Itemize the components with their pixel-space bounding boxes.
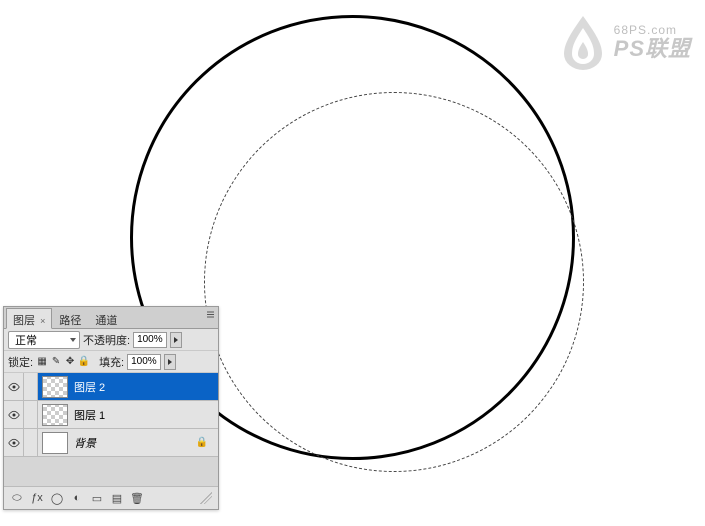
layer-name[interactable]: 图层 2 (74, 379, 105, 395)
layer-thumbnail[interactable] (42, 376, 68, 398)
blend-mode-select[interactable]: 正常 (8, 331, 80, 349)
lock-pixels-icon[interactable]: ✎ (50, 356, 62, 368)
layer-name[interactable]: 背景 (74, 435, 96, 451)
lock-transparency-icon[interactable]: ▦ (36, 356, 48, 368)
visibility-toggle[interactable] (4, 401, 24, 428)
blend-mode-value: 正常 (15, 332, 37, 348)
tab-channels[interactable]: 通道 (88, 308, 124, 329)
blend-opacity-row: 正常 不透明度: 100% (4, 329, 218, 351)
resize-grip[interactable] (200, 492, 212, 504)
layer-mask-icon[interactable]: ◯ (50, 491, 64, 505)
layer-row[interactable]: 图层 2 (4, 373, 218, 401)
new-layer-icon[interactable]: ▤ (110, 491, 124, 505)
layer-style-icon[interactable]: ƒx (30, 491, 44, 505)
panel-tabs: 图层 × 路径 通道 (4, 307, 218, 329)
lock-all-icon[interactable]: 🔒 (78, 356, 90, 368)
lock-label: 锁定: (8, 354, 33, 370)
watermark-url: 68PS.com (614, 24, 691, 36)
eye-icon (8, 381, 20, 393)
fill-label: 填充: (99, 354, 124, 370)
layers-panel: 图层 × 路径 通道 正常 不透明度: 100% 锁定: ▦ ✎ ✥ 🔒 填充:… (3, 306, 219, 510)
layer-name[interactable]: 图层 1 (74, 407, 105, 423)
fill-flyout-button[interactable] (164, 354, 176, 370)
visibility-toggle[interactable] (4, 429, 24, 456)
selection-marquee-circle (204, 92, 584, 472)
link-cell[interactable] (24, 401, 38, 428)
flame-drop-icon (560, 14, 606, 70)
delete-layer-icon[interactable]: 🗑 (130, 491, 144, 505)
fill-input[interactable]: 100% (127, 354, 161, 370)
group-icon[interactable]: ▭ (90, 491, 104, 505)
visibility-toggle[interactable] (4, 373, 24, 400)
eye-icon (8, 437, 20, 449)
opacity-label: 不透明度: (83, 332, 130, 348)
opacity-flyout-button[interactable] (170, 332, 182, 348)
layer-thumbnail[interactable] (42, 404, 68, 426)
layer-row[interactable]: 图层 1 (4, 401, 218, 429)
lock-fill-row: 锁定: ▦ ✎ ✥ 🔒 填充: 100% (4, 351, 218, 373)
tab-label: 图层 (13, 315, 35, 327)
tab-label: 通道 (95, 315, 117, 327)
watermark-brand: PS联盟 (614, 38, 691, 60)
layer-list: 图层 2 图层 1 背景 🔒 (4, 373, 218, 457)
watermark: 68PS.com PS联盟 (560, 14, 691, 70)
panel-menu-button[interactable] (205, 309, 216, 320)
opacity-input[interactable]: 100% (133, 332, 167, 348)
adjustment-layer-icon[interactable]: ◐ (70, 491, 84, 505)
tab-paths[interactable]: 路径 (52, 308, 88, 329)
lock-buttons: ▦ ✎ ✥ 🔒 (36, 356, 90, 368)
layer-list-empty-area[interactable] (4, 457, 218, 487)
link-cell[interactable] (24, 373, 38, 400)
eye-icon (8, 409, 20, 421)
layer-row[interactable]: 背景 🔒 (4, 429, 218, 457)
link-cell[interactable] (24, 429, 38, 456)
lock-icon: 🔒 (196, 437, 208, 448)
panel-footer: ⬭ ƒx ◯ ◐ ▭ ▤ 🗑 (4, 487, 218, 509)
layer-thumbnail[interactable] (42, 432, 68, 454)
tab-label: 路径 (59, 315, 81, 327)
link-layers-icon[interactable]: ⬭ (10, 491, 24, 505)
tab-layers[interactable]: 图层 × (6, 308, 52, 329)
lock-position-icon[interactable]: ✥ (64, 356, 76, 368)
close-icon[interactable]: × (40, 316, 45, 326)
